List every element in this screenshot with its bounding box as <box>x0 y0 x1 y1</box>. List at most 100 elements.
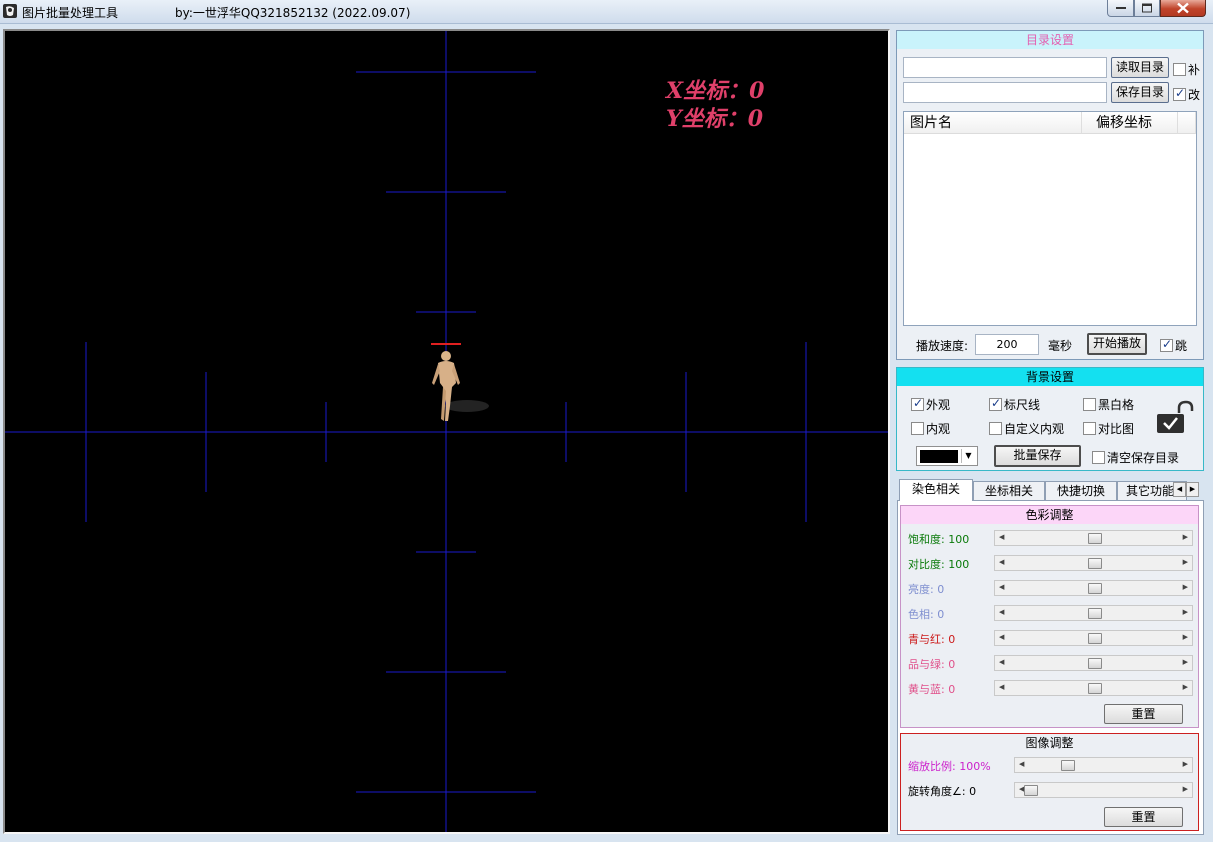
directory-panel: 目录设置 读取目录 补 保存目录 改 图片名 偏移坐标 播放速度: 200 毫秒… <box>896 30 1204 360</box>
maximize-button[interactable] <box>1134 0 1160 17</box>
column-header-image-name[interactable]: 图片名 <box>904 112 1082 134</box>
slider-right-arrow-icon[interactable]: ▶ <box>1183 683 1188 691</box>
image-reset-button[interactable]: 重置 <box>1104 807 1183 827</box>
slider-right-arrow-icon[interactable]: ▶ <box>1183 608 1188 616</box>
lock-toggle-icon[interactable] <box>1155 399 1197 437</box>
preview-canvas[interactable]: X坐标：0 Y坐标：0 <box>3 29 890 834</box>
color-adjust-panel: 色彩调整 饱和度: 100 ◀ ▶ 对比度: 100 ◀ ▶ 亮度: 0 ◀ ▶ 色相: 0 ◀ ▶ 青… <box>900 505 1199 728</box>
close-button[interactable] <box>1160 0 1206 17</box>
color-slider[interactable]: ◀ ▶ <box>994 605 1193 621</box>
option-ruler-label: 标尺线 <box>1004 398 1041 412</box>
color-slider-label: 黄与蓝: 0 <box>908 683 956 696</box>
color-slider[interactable]: ◀ ▶ <box>994 680 1193 696</box>
color-slider-thumb[interactable] <box>1087 683 1102 694</box>
slider-left-arrow-icon[interactable]: ◀ <box>999 533 1004 541</box>
slider-left-arrow-icon[interactable]: ◀ <box>1019 760 1024 768</box>
read-path-input[interactable] <box>903 57 1107 78</box>
color-slider-row: 对比度: 100 ◀ ▶ <box>901 555 1198 573</box>
option-compare-checkbox[interactable]: 对比图 <box>1083 420 1134 437</box>
slider-left-arrow-icon[interactable]: ◀ <box>999 683 1004 691</box>
image-slider[interactable]: ◀ ▶ <box>1014 757 1193 773</box>
color-slider-thumb[interactable] <box>1087 658 1102 669</box>
color-slider-label: 青与红: 0 <box>908 633 956 646</box>
color-reset-button[interactable]: 重置 <box>1104 704 1183 724</box>
close-icon <box>1177 2 1189 14</box>
chevron-down-icon[interactable]: ▼ <box>961 449 975 463</box>
color-slider-row: 色相: 0 ◀ ▶ <box>901 605 1198 623</box>
tab-scroll-right-icon[interactable]: ▶ <box>1186 482 1199 497</box>
slider-left-arrow-icon[interactable]: ◀ <box>999 633 1004 641</box>
bu-checkbox[interactable]: 补 <box>1173 61 1200 78</box>
start-playback-button[interactable]: 开始播放 <box>1087 333 1147 355</box>
option-interior-box[interactable] <box>911 422 924 435</box>
image-slider-thumb[interactable] <box>1060 760 1075 771</box>
image-list[interactable]: 图片名 偏移坐标 <box>903 111 1197 326</box>
color-picker-dropdown[interactable]: ▼ <box>916 446 978 466</box>
title-bar[interactable]: 图片批量处理工具 by:一世浮华QQ321852132 (2022.09.07) <box>0 0 1213 24</box>
slider-right-arrow-icon[interactable]: ▶ <box>1183 785 1188 793</box>
slider-right-arrow-icon[interactable]: ▶ <box>1183 633 1188 641</box>
save-path-input[interactable] <box>903 82 1107 103</box>
option-exterior-checkbox[interactable]: 外观 <box>911 396 950 413</box>
y-coordinate-label: Y坐标：0 <box>666 106 764 132</box>
color-slider-thumb[interactable] <box>1087 533 1102 544</box>
option-ruler-box[interactable] <box>989 396 1002 411</box>
clear-save-dir-box[interactable] <box>1092 451 1105 464</box>
tab-scroll-buttons[interactable]: ◀ ▶ <box>1173 482 1199 497</box>
option-interior-checkbox[interactable]: 内观 <box>911 420 950 437</box>
save-directory-button[interactable]: 保存目录 <box>1111 82 1169 103</box>
gai-checkbox[interactable]: 改 <box>1173 86 1200 103</box>
image-adjust-title: 图像调整 <box>1025 736 1074 750</box>
slider-right-arrow-icon[interactable]: ▶ <box>1183 658 1188 666</box>
batch-save-button[interactable]: 批量保存 <box>994 445 1081 467</box>
slider-right-arrow-icon[interactable]: ▶ <box>1183 583 1188 591</box>
tab-strip: 染色相关 坐标相关 快捷切换 其它功能 ◀ ▶ <box>897 479 1203 501</box>
gai-checkbox-label: 改 <box>1188 88 1201 102</box>
color-slider[interactable]: ◀ ▶ <box>994 555 1193 571</box>
app-icon <box>3 4 17 18</box>
color-slider-thumb[interactable] <box>1087 583 1102 594</box>
color-slider[interactable]: ◀ ▶ <box>994 530 1193 546</box>
slider-left-arrow-icon[interactable]: ◀ <box>999 558 1004 566</box>
color-slider[interactable]: ◀ ▶ <box>994 655 1193 671</box>
option-ruler-checkbox[interactable]: 标尺线 <box>989 396 1040 413</box>
tab-coordinates[interactable]: 坐标相关 <box>973 481 1045 500</box>
minimize-button[interactable] <box>1107 0 1134 17</box>
bu-checkbox-box[interactable] <box>1173 63 1186 76</box>
slider-left-arrow-icon[interactable]: ◀ <box>999 608 1004 616</box>
option-checker-box[interactable] <box>1083 398 1096 411</box>
color-slider-row: 黄与蓝: 0 ◀ ▶ <box>901 680 1198 698</box>
tiao-checkbox-box[interactable] <box>1160 337 1173 352</box>
slider-right-arrow-icon[interactable]: ▶ <box>1183 760 1188 768</box>
slider-left-arrow-icon[interactable]: ◀ <box>999 658 1004 666</box>
option-compare-box[interactable] <box>1083 422 1096 435</box>
color-slider[interactable]: ◀ ▶ <box>994 580 1193 596</box>
slider-right-arrow-icon[interactable]: ▶ <box>1183 558 1188 566</box>
tab-shortcuts[interactable]: 快捷切换 <box>1045 481 1117 500</box>
color-swatch <box>920 450 958 463</box>
slider-left-arrow-icon[interactable]: ◀ <box>999 583 1004 591</box>
gai-checkbox-box[interactable] <box>1173 86 1186 101</box>
option-checker-checkbox[interactable]: 黑白格 <box>1083 396 1134 413</box>
column-header-offset[interactable]: 偏移坐标 <box>1082 112 1178 134</box>
clear-save-dir-checkbox[interactable]: 清空保存目录 <box>1092 449 1179 466</box>
option-exterior-box[interactable] <box>911 396 924 411</box>
color-slider-thumb[interactable] <box>1087 608 1102 619</box>
ruler-grid <box>5 31 888 832</box>
tab-scroll-left-icon[interactable]: ◀ <box>1173 482 1186 497</box>
speed-label: 播放速度: <box>916 339 969 353</box>
read-directory-button[interactable]: 读取目录 <box>1111 57 1169 78</box>
option-custom-interior-checkbox[interactable]: 自定义内观 <box>989 420 1064 437</box>
color-slider-row: 饱和度: 100 ◀ ▶ <box>901 530 1198 548</box>
color-slider-thumb[interactable] <box>1087 558 1102 569</box>
option-custom-interior-box[interactable] <box>989 422 1002 435</box>
color-slider[interactable]: ◀ ▶ <box>994 630 1193 646</box>
image-slider[interactable]: ◀ ▶ <box>1014 782 1193 798</box>
image-slider-thumb[interactable] <box>1024 785 1038 796</box>
slider-right-arrow-icon[interactable]: ▶ <box>1183 533 1188 541</box>
color-slider-thumb[interactable] <box>1087 633 1102 644</box>
speed-input[interactable]: 200 <box>975 334 1039 355</box>
tab-dye[interactable]: 染色相关 <box>899 479 973 501</box>
clear-save-dir-label: 清空保存目录 <box>1107 451 1180 465</box>
tiao-checkbox[interactable]: 跳 <box>1160 337 1187 354</box>
